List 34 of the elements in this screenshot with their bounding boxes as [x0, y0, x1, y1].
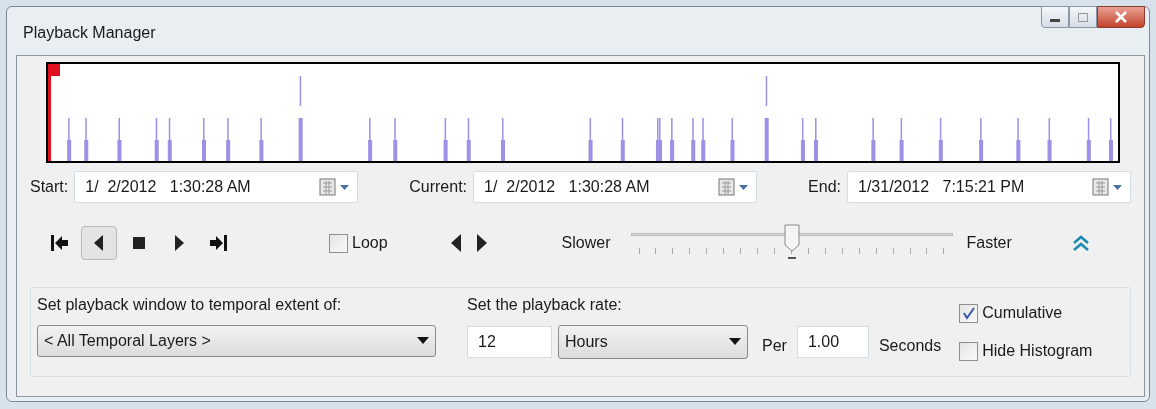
checkbox-label: Hide Histogram	[982, 341, 1093, 361]
date-time-field[interactable]: 1/31/2012 7:15:21 PM	[847, 171, 1131, 203]
extent-label: Set playback window to temporal extent of:	[37, 295, 343, 315]
time-marker-icon[interactable]	[48, 64, 60, 161]
rate-unit-dropdown[interactable]: Hours	[558, 325, 748, 359]
first-icon	[48, 232, 70, 254]
date-time-field[interactable]: 1/ 2/2012 1:30:28 AM	[473, 171, 758, 203]
date-label: End:	[808, 177, 841, 197]
dropdown-caret-icon	[729, 338, 741, 346]
date-time-field[interactable]: 1/ 2/2012 1:30:28 AM	[74, 171, 359, 203]
slider-thumb[interactable]	[783, 223, 800, 253]
last-icon	[208, 232, 230, 254]
checkbox-label: Loop	[352, 233, 388, 253]
option-checkbox[interactable]	[959, 303, 979, 323]
reverse-button[interactable]	[81, 226, 117, 260]
window-title: Playback Manager	[23, 23, 156, 43]
option-checkbox[interactable]	[959, 341, 979, 361]
seconds-label: Seconds	[878, 336, 942, 356]
per-label: Per	[762, 336, 787, 356]
date-label: Current:	[409, 177, 468, 197]
close-button[interactable]	[1097, 6, 1145, 28]
date-label: Start:	[30, 177, 69, 197]
rate-label: Set the playback rate:	[467, 295, 623, 315]
dropdown-caret-icon	[417, 337, 429, 345]
loop-checkbox[interactable]	[329, 233, 348, 253]
close-icon	[1114, 11, 1128, 23]
minimize-button[interactable]	[1041, 6, 1069, 28]
faster-label: Faster	[966, 233, 1012, 253]
slower-label: Slower	[561, 233, 611, 253]
collapse-icon[interactable]	[1071, 234, 1090, 252]
extent-dropdown[interactable]: < All Temporal Layers >	[37, 325, 436, 357]
seconds-field[interactable]: 1.00	[796, 326, 869, 358]
rate-amount-field[interactable]: 12	[467, 326, 552, 358]
checkbox-label: Cumulative	[982, 303, 1063, 323]
